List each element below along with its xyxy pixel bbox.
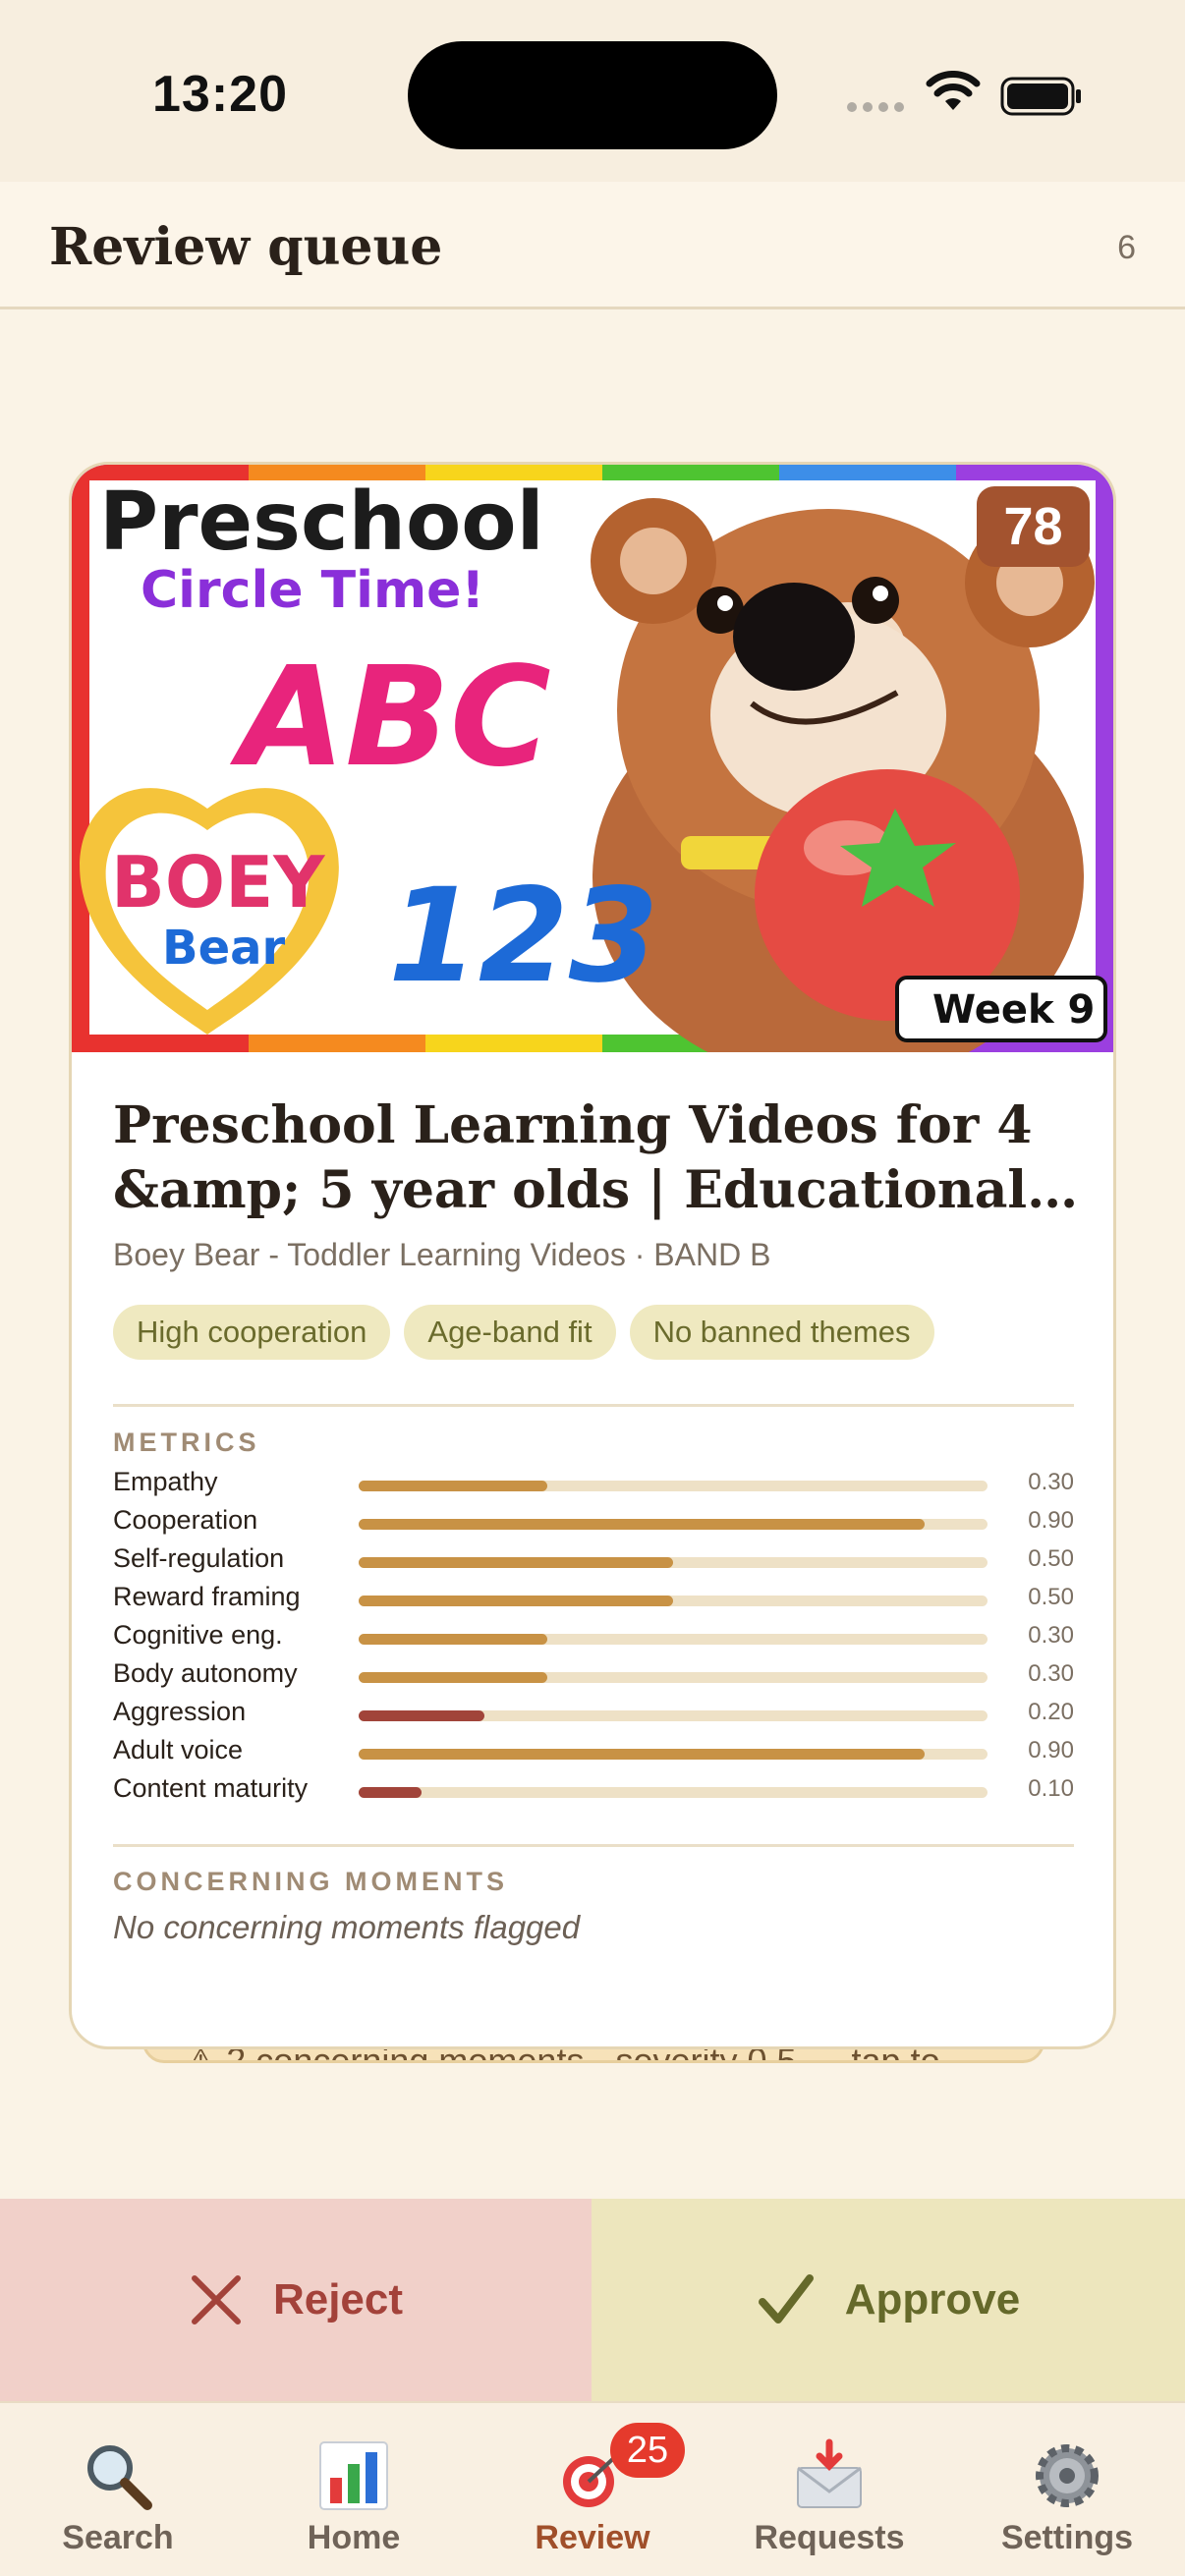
review-badge: 25 [610,2423,685,2478]
search-icon [87,2445,152,2510]
metric-value: 0.50 [1028,1584,1074,1610]
tab-label: Settings [1000,2519,1134,2556]
status-bar: 13:20 [0,0,1185,182]
metric-bar-track [359,1749,988,1760]
metric-value: 0.30 [1028,1622,1074,1649]
metric-row: Cooperation 0.90 [113,1505,1076,1543]
metric-value: 0.30 [1028,1469,1074,1495]
metric-value: 0.90 [1028,1507,1074,1534]
video-thumbnail[interactable]: Preschool Circle Time! ABC 123 BOEY Bear… [72,465,1113,1052]
metric-row: Self-regulation 0.50 [113,1543,1076,1582]
metric-label: Aggression [113,1697,247,1726]
tag-chip: No banned themes [629,1305,934,1360]
metric-value: 0.10 [1028,1775,1074,1802]
svg-text:Week 9: Week 9 [932,987,1095,1033]
tab-search[interactable]: Search [0,2403,236,2576]
metric-label: Self-regulation [113,1543,285,1573]
metric-row: Body autonomy 0.30 [113,1658,1076,1697]
concerning-moments-heading: CONCERNING MOMENTS [113,1867,508,1896]
no-moments-text: No concerning moments flagged [113,1909,581,1945]
metric-bar-track [359,1634,988,1645]
close-icon [191,2275,241,2324]
metric-bar-track [359,1519,988,1530]
inbox-icon [797,2438,862,2508]
divider [113,1844,1074,1847]
metric-row: Content maturity 0.10 [113,1773,1076,1812]
tag-chip: Age-band fit [404,1305,616,1360]
channel-line: Boey Bear - Toddler Learning Videos · BA… [113,1237,771,1272]
gear-icon [1036,2444,1099,2507]
metric-label: Cooperation [113,1505,258,1535]
metric-value: 0.50 [1028,1545,1074,1572]
svg-text:BOEY: BOEY [111,841,325,924]
metric-bar-fill [359,1481,547,1491]
metric-bar-track [359,1710,988,1721]
tab-label: Search [62,2519,174,2556]
metric-row: Cognitive eng. 0.30 [113,1620,1076,1658]
tag-chip: High cooperation [113,1305,391,1360]
tab-label: Review [535,2519,650,2556]
approve-label: Approve [844,2275,1021,2324]
metric-label: Body autonomy [113,1658,298,1688]
metric-bar-track [359,1481,988,1491]
tag-list: High cooperation Age-band fit No banned … [113,1305,934,1360]
checkmark-icon [758,2274,814,2324]
metric-bar-fill [359,1672,547,1683]
tab-label: Requests [754,2519,905,2556]
metric-row: Reward framing 0.50 [113,1582,1076,1620]
metric-label: Cognitive eng. [113,1620,283,1650]
metrics-list: Empathy 0.30 Cooperation 0.90 Self-regulatio… [113,1467,1076,1812]
metric-bar-track [359,1787,988,1798]
svg-text:ABC: ABC [229,638,551,798]
metric-row: Aggression 0.20 [113,1697,1076,1735]
tab-requests[interactable]: Requests [711,2403,947,2576]
svg-text:123: 123 [388,861,659,1012]
reject-button[interactable]: Reject [0,2199,592,2401]
divider [113,1404,1074,1407]
approve-button[interactable]: Approve [592,2199,1185,2401]
reject-label: Reject [272,2275,404,2324]
svg-text:Circle Time!: Circle Time! [141,561,484,620]
thumbnail-image: Preschool Circle Time! ABC 123 BOEY Bear… [72,465,1113,1052]
metric-bar-fill [359,1596,673,1606]
video-title: Preschool Learning Videos for 4 &amp; 5 … [113,1095,1033,1220]
metric-bar-fill [359,1749,925,1760]
status-time: 13:20 [152,66,288,123]
wifi-icon [926,71,981,110]
page-title: Review queue [49,217,443,277]
metric-label: Empathy [113,1467,218,1496]
review-card[interactable]: Preschool Circle Time! ABC 123 BOEY Bear… [69,462,1116,2049]
tab-settings[interactable]: Settings [949,2403,1185,2576]
battery-icon [1000,77,1081,116]
metric-value: 0.90 [1028,1737,1074,1764]
metric-label: Reward framing [113,1582,301,1611]
tab-label: Home [307,2519,401,2556]
metric-bar-track [359,1672,988,1683]
metrics-heading: METRICS [113,1428,260,1457]
metric-label: Adult voice [113,1735,244,1764]
thumb-title: Preschool [99,476,544,569]
metric-bar-fill [359,1710,484,1721]
svg-text:Bear: Bear [162,921,286,976]
metric-bar-fill [359,1787,422,1798]
tab-bar: Search Home 25 Review Requests Settings [0,2401,1185,2576]
queue-count: 6 [1117,229,1136,266]
dynamic-island [408,41,777,149]
metric-label: Content maturity [113,1773,309,1803]
metric-bar-fill [359,1557,673,1568]
metric-row: Empathy 0.30 [113,1467,1076,1505]
metric-bar-track [359,1596,988,1606]
metric-bar-fill [359,1519,925,1530]
bar-chart-icon [319,2441,388,2510]
metric-row: Adult voice 0.90 [113,1735,1076,1773]
metric-value: 0.30 [1028,1660,1074,1687]
metric-value: 0.20 [1028,1699,1074,1725]
score-badge: 78 [977,486,1090,567]
header: Review queue 6 [0,182,1185,309]
tab-home[interactable]: Home [236,2403,472,2576]
tab-review[interactable]: 25 Review [475,2403,710,2576]
metric-bar-fill [359,1634,547,1645]
cellular-signal-icon [847,102,904,112]
metric-bar-track [359,1557,988,1568]
